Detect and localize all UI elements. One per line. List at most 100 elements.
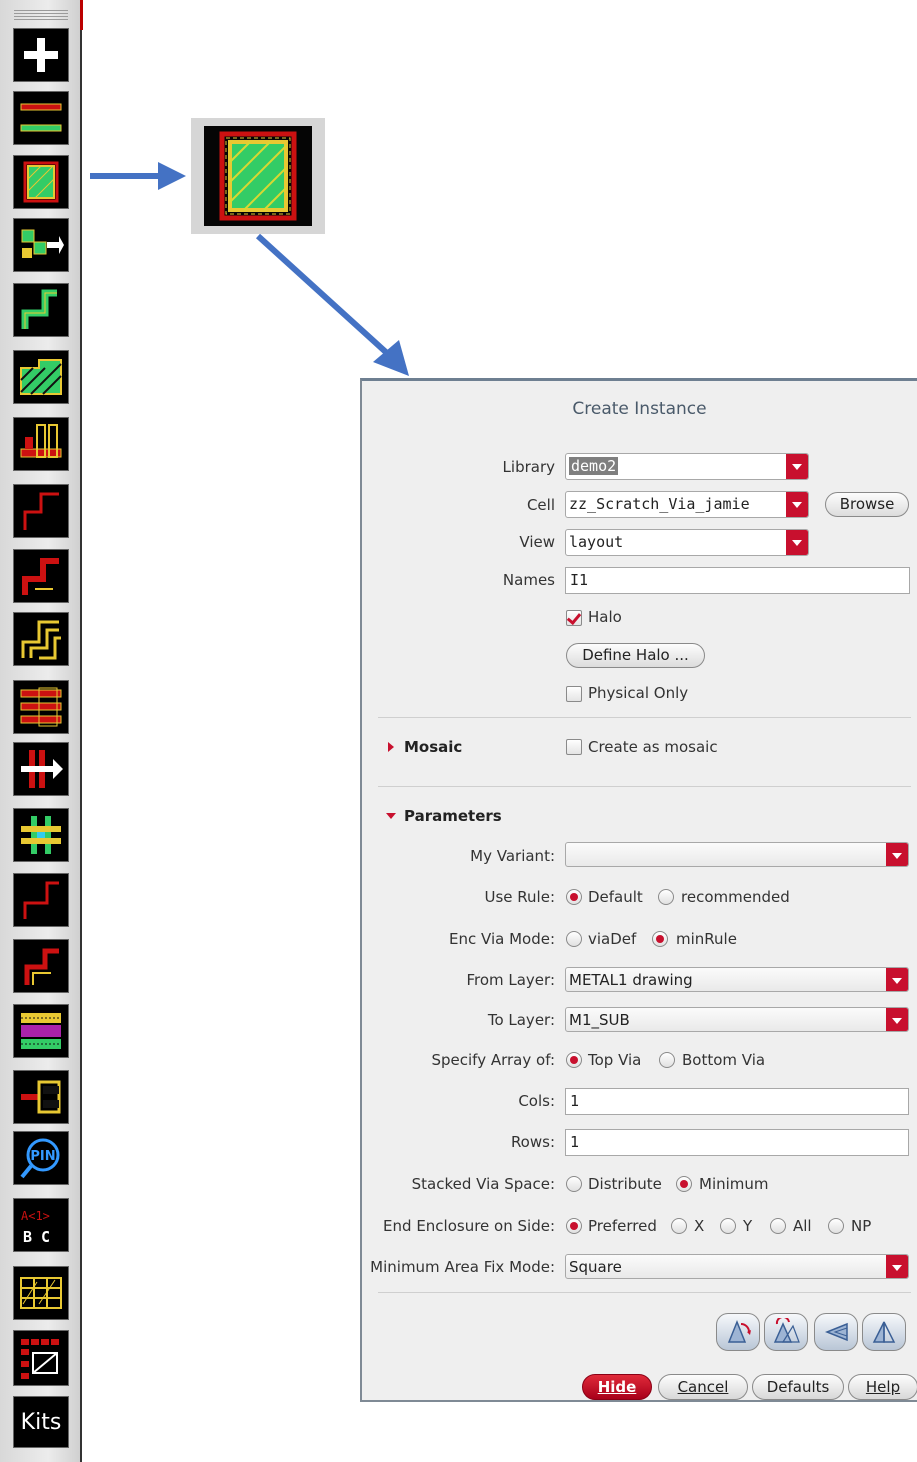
rows-label: Rows: <box>510 1133 555 1151</box>
parameters-collapse-icon[interactable] <box>386 813 396 819</box>
end-enclosure-all-radio[interactable] <box>770 1218 786 1234</box>
cancel-button[interactable]: Cancel <box>658 1374 748 1400</box>
from-layer-label: From Layer: <box>466 971 555 989</box>
sideways-icon[interactable] <box>764 1313 808 1351</box>
halo-checkbox[interactable] <box>566 610 582 626</box>
stacked-via-distribute-label: Distribute <box>588 1175 662 1193</box>
defaults-button[interactable]: Defaults <box>752 1374 844 1400</box>
svg-text:A<1>: A<1> <box>21 1209 50 1223</box>
kits-button[interactable]: Kits <box>13 1396 69 1448</box>
library-combo[interactable]: demo2 <box>565 453 809 480</box>
rows-input[interactable]: 1 <box>565 1129 909 1156</box>
specify-array-bottom-via-radio[interactable] <box>659 1052 675 1068</box>
from-layer-dropdown-icon[interactable] <box>886 968 908 991</box>
define-halo-button[interactable]: Define Halo ... <box>566 643 705 668</box>
create-bus-icon[interactable] <box>13 417 69 471</box>
view-label: View <box>519 533 555 551</box>
stacked-via-distribute-radio[interactable] <box>566 1176 582 1192</box>
from-layer-value: METAL1 drawing <box>569 971 693 989</box>
use-rule-default-radio[interactable] <box>566 889 582 905</box>
create-pin-icon[interactable]: PIN <box>13 1131 69 1185</box>
min-area-fix-label: Minimum Area Fix Mode: <box>370 1258 555 1276</box>
end-enclosure-x-radio[interactable] <box>671 1218 687 1234</box>
create-as-mosaic-checkbox[interactable] <box>566 739 582 755</box>
create-step-wire-icon[interactable] <box>13 484 69 538</box>
enc-via-mode-minrule-radio[interactable] <box>652 931 668 947</box>
end-enclosure-y-radio[interactable] <box>720 1218 736 1234</box>
kits-label: Kits <box>20 1409 62 1435</box>
help-button[interactable]: Help <box>848 1374 917 1400</box>
flip-left-icon[interactable] <box>814 1313 858 1351</box>
cell-combo[interactable]: zz_Scratch_Via_jamie <box>565 491 809 518</box>
cell-dropdown-icon[interactable] <box>786 492 808 517</box>
end-enclosure-np-label: NP <box>851 1217 872 1235</box>
create-multi-wire-icon[interactable] <box>13 612 69 666</box>
library-value: demo2 <box>569 457 619 475</box>
library-dropdown-icon[interactable] <box>786 454 808 479</box>
specify-array-label: Specify Array of: <box>431 1051 556 1069</box>
enc-via-mode-viadef-radio[interactable] <box>566 931 582 947</box>
physical-only-label: Physical Only <box>588 684 689 702</box>
cols-input[interactable]: 1 <box>565 1088 909 1115</box>
create-guard-ring-icon[interactable] <box>13 1004 69 1058</box>
names-input[interactable]: I1 <box>565 567 910 594</box>
browse-button[interactable]: Browse <box>825 492 909 517</box>
use-rule-recommended-radio[interactable] <box>658 889 674 905</box>
create-label-icon[interactable]: A<1> B C <box>13 1198 69 1252</box>
create-corner-red-icon[interactable] <box>13 939 69 993</box>
specify-array-top-via-radio[interactable] <box>566 1052 582 1068</box>
view-value: layout <box>569 533 624 551</box>
rotate-icon[interactable] <box>716 1313 760 1351</box>
create-instance-plus-icon[interactable] <box>13 28 69 82</box>
stacked-via-space-label: Stacked Via Space: <box>411 1175 555 1193</box>
specify-array-top-via-label: Top Via <box>588 1051 642 1069</box>
view-dropdown-icon[interactable] <box>786 530 808 555</box>
from-layer-combo[interactable]: METAL1 drawing <box>565 967 909 992</box>
create-step-wire-red-icon[interactable] <box>13 549 69 603</box>
view-combo[interactable]: layout <box>565 529 809 556</box>
physical-only-checkbox[interactable] <box>566 686 582 702</box>
use-rule-default-label: Default <box>588 888 643 906</box>
my-variant-dropdown-icon[interactable] <box>886 843 908 866</box>
create-instance-icon[interactable] <box>13 155 69 209</box>
create-array-icon[interactable] <box>13 680 69 734</box>
create-as-mosaic-label: Create as mosaic <box>588 738 718 756</box>
min-area-fix-dropdown-icon[interactable] <box>886 1255 908 1278</box>
create-pattern-icon[interactable] <box>13 1330 69 1386</box>
separator <box>378 1292 911 1293</box>
cell-label: Cell <box>526 496 555 514</box>
to-layer-combo[interactable]: M1_SUB <box>565 1007 909 1032</box>
end-enclosure-label: End Enclosure on Side: <box>383 1217 555 1235</box>
create-polygon-icon[interactable] <box>13 350 69 404</box>
create-crossing-icon[interactable] <box>13 808 69 862</box>
mosaic-section-label[interactable]: Mosaic <box>404 738 462 756</box>
create-grid-icon[interactable] <box>13 1266 69 1320</box>
toolbar-grip[interactable] <box>14 10 68 20</box>
create-corner-icon[interactable] <box>13 873 69 927</box>
library-label: Library <box>502 458 555 476</box>
upside-down-icon[interactable] <box>862 1313 906 1351</box>
create-path-icon[interactable] <box>13 91 69 145</box>
create-contact-icon[interactable] <box>13 1070 69 1124</box>
to-layer-dropdown-icon[interactable] <box>886 1008 908 1031</box>
hide-button[interactable]: Hide <box>582 1374 652 1400</box>
stretch-arrow-icon[interactable] <box>13 742 69 796</box>
min-area-fix-combo[interactable]: Square <box>565 1254 909 1279</box>
use-rule-label: Use Rule: <box>484 888 556 906</box>
my-variant-label: My Variant: <box>470 847 555 865</box>
enc-via-mode-viadef-label: viaDef <box>588 930 637 948</box>
end-enclosure-all-label: All <box>793 1217 812 1235</box>
end-enclosure-np-radio[interactable] <box>828 1218 844 1234</box>
end-enclosure-y-label: Y <box>743 1217 753 1235</box>
my-variant-combo[interactable] <box>565 842 909 867</box>
stacked-via-minimum-radio[interactable] <box>676 1176 692 1192</box>
palette-toolbar: PIN A<1> B C Kits <box>0 0 82 1462</box>
create-wire-icon[interactable] <box>13 283 69 337</box>
end-enclosure-preferred-radio[interactable] <box>566 1218 582 1234</box>
parameters-section-label[interactable]: Parameters <box>404 807 502 825</box>
zoomed-create-instance-icon <box>191 118 325 234</box>
move-cell-icon[interactable] <box>13 218 69 272</box>
stacked-via-minimum-label: Minimum <box>699 1175 769 1193</box>
mosaic-expand-icon[interactable] <box>388 742 394 752</box>
svg-text:B C: B C <box>23 1228 50 1246</box>
